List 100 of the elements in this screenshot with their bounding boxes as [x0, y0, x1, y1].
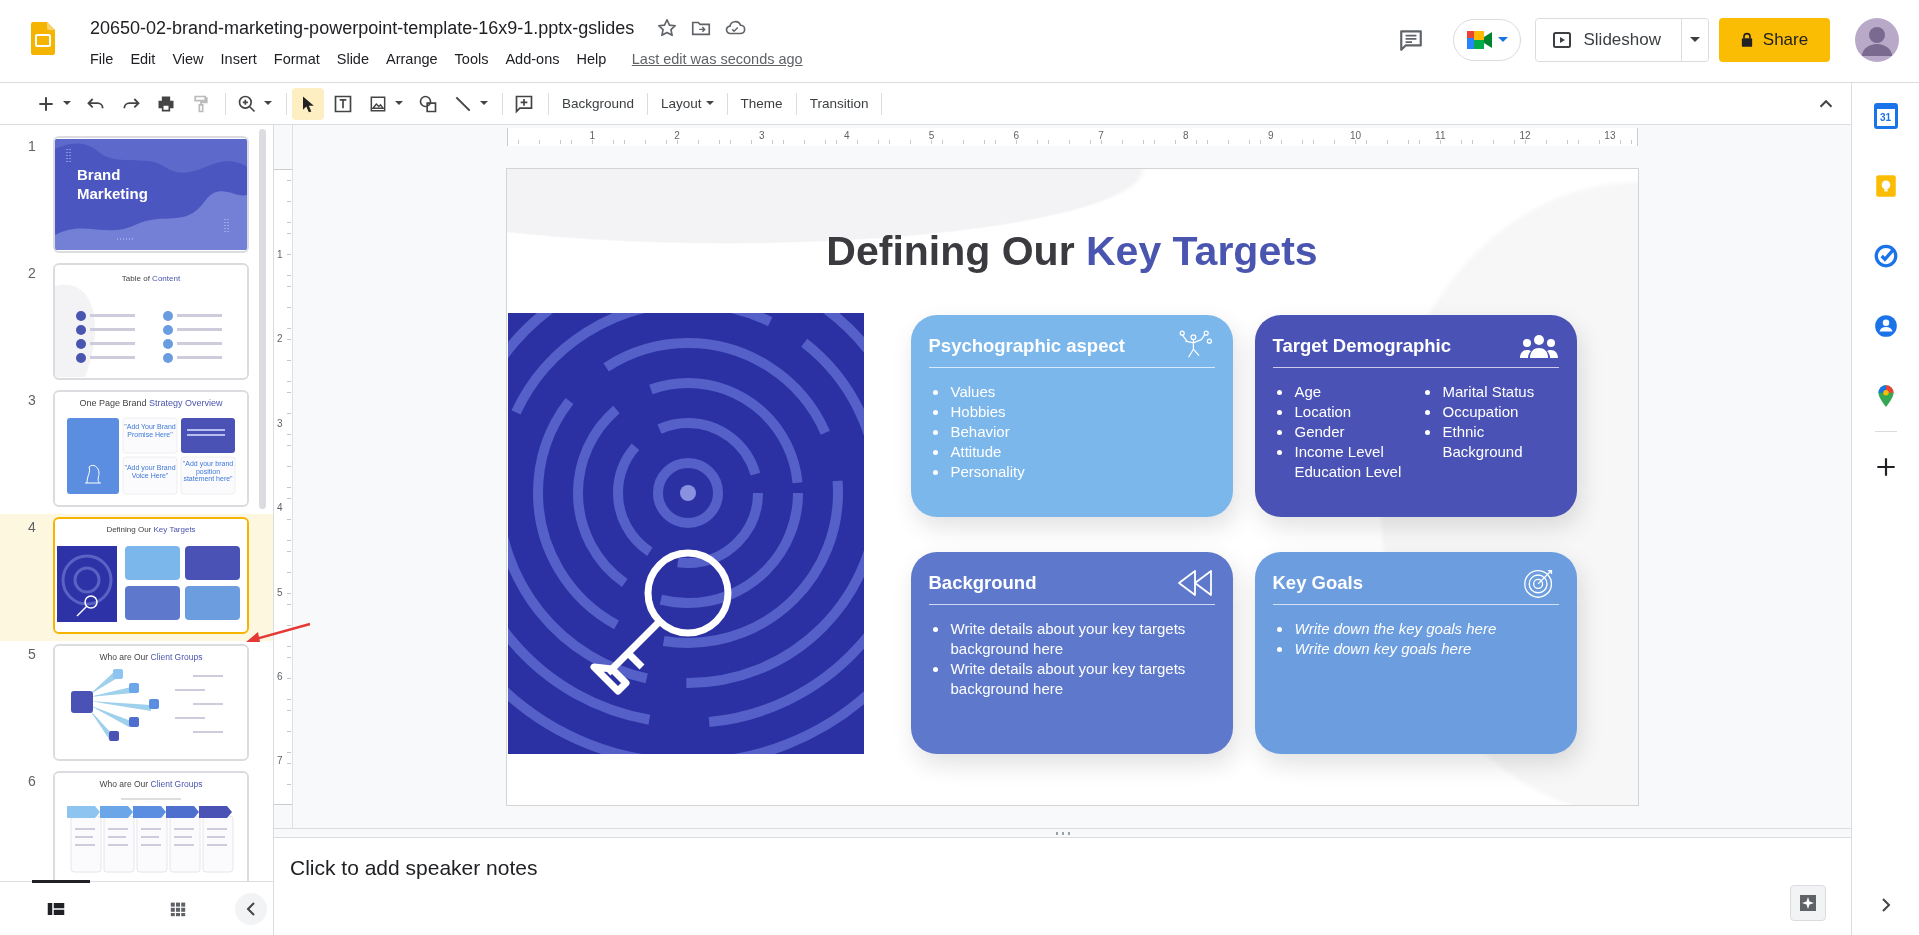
chevron-right-icon[interactable] [1879, 897, 1892, 913]
tasks-icon[interactable] [1872, 243, 1899, 269]
caret-icon [1497, 37, 1508, 43]
toolbar-button[interactable]: Theme [732, 88, 791, 119]
bullet-icon [1276, 450, 1282, 455]
ruler-number: 3 [277, 417, 283, 429]
menu-item[interactable]: Add-ons [496, 51, 568, 67]
bullet-text: Write details about your key targets background here [950, 619, 1187, 659]
slide-number: 5 [28, 645, 37, 662]
slide-thumbnail[interactable]: Brand Marketing [53, 136, 249, 253]
collapse-panel-button[interactable] [235, 892, 267, 925]
slide-thumbnail[interactable]: Who are Our Client Groups [53, 644, 249, 761]
toolbar-button[interactable]: Layout [653, 88, 722, 119]
bullet-text: Values [950, 382, 996, 402]
bullet-text: Marital Status [1442, 382, 1535, 402]
explore-button[interactable] [1790, 885, 1826, 921]
slide-thumbnail[interactable]: Table of Content [53, 263, 249, 380]
slide-canvas[interactable] [506, 169, 1638, 805]
contacts-icon[interactable] [1872, 313, 1899, 339]
thumbnail-title: Brand Marketing [77, 166, 149, 204]
document-title[interactable]: 20650-02-brand-marketing-powerpoint-template-16x9-1.pptx-gslides [90, 17, 635, 39]
thumbnail-title: Table of Content [120, 274, 182, 283]
slide-number: 2 [28, 264, 37, 281]
menu-item[interactable]: Format [265, 51, 329, 67]
slide-thumbnail[interactable]: Defining Our Key Targets [53, 517, 249, 634]
bullet-text: Hobbies [950, 402, 1006, 422]
grid-view-icon[interactable] [169, 900, 187, 917]
filmstrip-view-icon[interactable] [47, 900, 65, 917]
menu-item[interactable]: Edit [121, 51, 164, 67]
slide-thumbnail[interactable]: Who are Our Client Groups [53, 771, 249, 881]
bullet-icon [1424, 430, 1430, 435]
card-title: Psychographic aspect [928, 335, 1125, 357]
comment-icon[interactable] [1397, 27, 1424, 53]
card-title: Target Demographic [1272, 335, 1452, 357]
bullet-text: Personality [950, 462, 1025, 482]
bullet-text: Age [1294, 382, 1322, 402]
star-icon[interactable] [656, 17, 679, 39]
menu-item[interactable]: File [90, 51, 122, 67]
ruler-number: 6 [277, 671, 283, 682]
bullet-icon [932, 667, 938, 672]
bullet-text: Education Level [1294, 462, 1402, 482]
add-comment-icon [514, 93, 534, 114]
thumbnail-title: One Page Brand Strategy Overview [78, 398, 224, 408]
bullet-icon [1424, 410, 1430, 415]
slide-number: 3 [28, 391, 37, 408]
ruler-number: 2 [277, 333, 283, 345]
avatar-icon[interactable] [1855, 18, 1899, 62]
paint-roller-icon [191, 93, 211, 114]
video-camera-icon [1465, 29, 1494, 51]
text-box-icon [333, 93, 353, 114]
ruler-number: 1 [277, 249, 283, 260]
bullet-text: Occupation [1442, 402, 1519, 422]
slideshow-icon [1551, 30, 1572, 50]
slide-title: Defining Our Key Targets [825, 227, 1319, 276]
thumbnail-title: Who are Our Client Groups [98, 779, 204, 789]
bullet-text: Ethnic Background [1442, 422, 1524, 462]
last-edit-link[interactable]: Last edit was seconds ago [631, 51, 803, 67]
caret-icon [395, 101, 403, 106]
zoom-icon [237, 93, 257, 114]
sparkle-icon [1798, 893, 1818, 913]
meet-button[interactable] [1452, 19, 1521, 61]
bullet-text: Income Level [1294, 442, 1384, 462]
toolbar-button[interactable]: Transition [801, 88, 877, 119]
bullet-icon [1276, 627, 1282, 632]
slide-number: 6 [28, 772, 37, 789]
bullet-icon [1276, 647, 1282, 652]
ruler-number: 9 [1266, 130, 1275, 141]
share-button[interactable]: Share [1719, 18, 1830, 62]
lock-icon [1740, 32, 1753, 48]
slideshow-button[interactable]: Slideshow [1535, 19, 1682, 61]
card-title: Background [928, 572, 1037, 594]
menu-item[interactable]: View [163, 51, 213, 67]
caret-icon [705, 101, 714, 106]
menu-item[interactable]: Tools [446, 51, 497, 67]
bullet-text: Gender [1294, 422, 1345, 442]
menu-item[interactable]: Arrange [377, 51, 447, 67]
menu-item[interactable]: Insert [212, 51, 266, 67]
scrollbar[interactable] [259, 129, 266, 509]
bullet-icon [1276, 430, 1282, 435]
thumbnail-title: Who are Our Client Groups [98, 652, 204, 662]
ruler-number: 4 [277, 502, 283, 514]
calendar-icon[interactable]: 31 [1873, 103, 1898, 129]
ruler-number: 5 [927, 130, 936, 141]
bullet-icon [932, 450, 938, 455]
select-tool-button[interactable] [292, 87, 324, 120]
ruler-number: 8 [1182, 130, 1190, 141]
ruler-number: 7 [1097, 130, 1105, 141]
bullet-icon [932, 390, 938, 395]
toolbar-button[interactable]: Background [554, 88, 643, 119]
ruler-number: 5 [277, 586, 283, 598]
bullet-text: Write details about your key targets background here [950, 659, 1187, 699]
resize-handle[interactable] [1053, 831, 1072, 835]
menu-item[interactable]: Slide [328, 51, 378, 67]
menu-item[interactable]: Help [567, 51, 615, 67]
slide-number: 1 [28, 137, 37, 154]
bullet-icon [932, 627, 938, 632]
shape-icon [418, 93, 438, 114]
chevron-left-icon [245, 900, 257, 917]
ruler-number: 7 [277, 755, 283, 767]
ruler-number: 10 [1348, 130, 1363, 141]
